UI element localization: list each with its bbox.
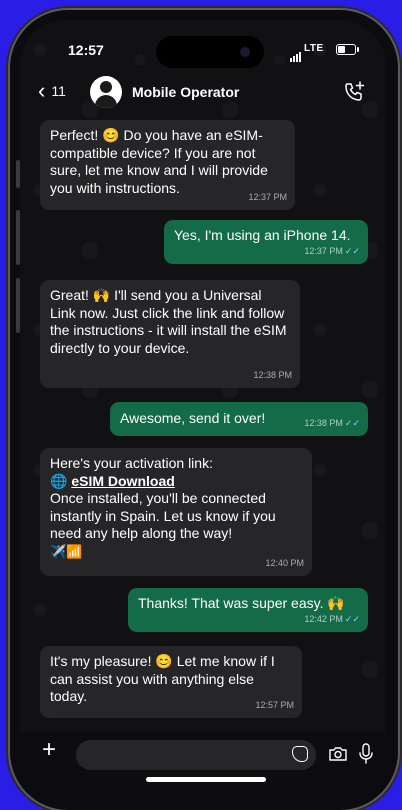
message-input-bar: + — [20, 732, 386, 792]
message-time: 12:42 PM ✓✓ — [304, 613, 360, 624]
home-indicator[interactable] — [146, 777, 266, 782]
phone-screen: 12:57 LTE ‹ 11 Mobile Operator Perfect! … — [20, 20, 386, 792]
message-text: Perfect! 😊 Do you have an eSIM-compatibl… — [50, 127, 268, 196]
chat-header: ‹ 11 Mobile Operator — [20, 72, 386, 118]
message-incoming[interactable]: Great! 🙌 I'll send you a Universal Link … — [40, 280, 300, 388]
message-list[interactable]: Perfect! 😊 Do you have an eSIM-compatibl… — [20, 120, 386, 732]
message-incoming[interactable]: Perfect! 😊 Do you have an eSIM-compatibl… — [40, 120, 295, 210]
message-text: Here's your activation link: — [50, 455, 213, 471]
message-text: Yes, I'm using an iPhone 14. — [174, 227, 351, 243]
message-text: It's my pleasure! 😊 Let me know if I can… — [50, 653, 275, 704]
read-receipt-icon: ✓✓ — [344, 245, 360, 256]
front-camera — [240, 47, 250, 57]
message-outgoing[interactable]: Yes, I'm using an iPhone 14. 12:37 PM ✓✓ — [164, 220, 368, 264]
message-time: 12:38 PM — [253, 369, 292, 380]
message-time: 12:40 PM — [265, 557, 304, 568]
message-outgoing[interactable]: Thanks! That was super easy. 🙌 12:42 PM ✓… — [128, 588, 368, 632]
esim-download-link[interactable]: eSIM Download — [71, 473, 174, 489]
message-incoming[interactable]: It's my pleasure! 😊 Let me know if I can… — [40, 646, 302, 718]
signal-icon — [290, 44, 302, 62]
dynamic-island — [156, 36, 264, 68]
message-text: Thanks! That was super easy. 🙌 — [138, 595, 345, 611]
status-time: 12:57 — [68, 42, 104, 58]
avatar-icon[interactable] — [90, 76, 122, 108]
chevron-left-icon: ‹ — [38, 78, 46, 103]
microphone-icon[interactable] — [358, 742, 374, 766]
message-text: Awesome, send it over! — [120, 410, 266, 426]
contact-name[interactable]: Mobile Operator — [132, 84, 239, 100]
emoji-line: ✈️📶 — [50, 543, 83, 559]
message-time: 12:38 PM ✓✓ — [304, 417, 360, 428]
message-input[interactable] — [76, 740, 316, 770]
camera-icon[interactable] — [328, 744, 348, 764]
message-time: 12:37 PM — [248, 191, 287, 202]
message-time: 12:37 PM ✓✓ — [304, 245, 360, 256]
back-count: 11 — [51, 83, 66, 99]
status-bar: 12:57 LTE — [20, 20, 386, 72]
message-outgoing[interactable]: Awesome, send it over! 12:38 PM ✓✓ — [110, 402, 368, 436]
network-label: LTE — [304, 43, 324, 54]
activation-link[interactable]: 🌐 eSIM Download — [50, 473, 302, 491]
message-text: Once installed, you'll be connected inst… — [50, 490, 276, 541]
battery-icon — [336, 44, 359, 55]
read-receipt-icon: ✓✓ — [344, 417, 360, 428]
globe-icon: 🌐 — [50, 472, 68, 489]
message-time: 12:57 PM — [255, 699, 294, 710]
read-receipt-icon: ✓✓ — [344, 613, 360, 624]
message-incoming[interactable]: Here's your activation link: 🌐 eSIM Down… — [40, 448, 312, 576]
back-button[interactable]: ‹ 11 — [38, 78, 66, 103]
plus-icon[interactable]: + — [42, 738, 56, 762]
add-call-icon[interactable] — [342, 80, 366, 104]
message-text: Great! 🙌 I'll send you a Universal Link … — [50, 287, 287, 356]
sticker-icon[interactable] — [292, 746, 308, 762]
